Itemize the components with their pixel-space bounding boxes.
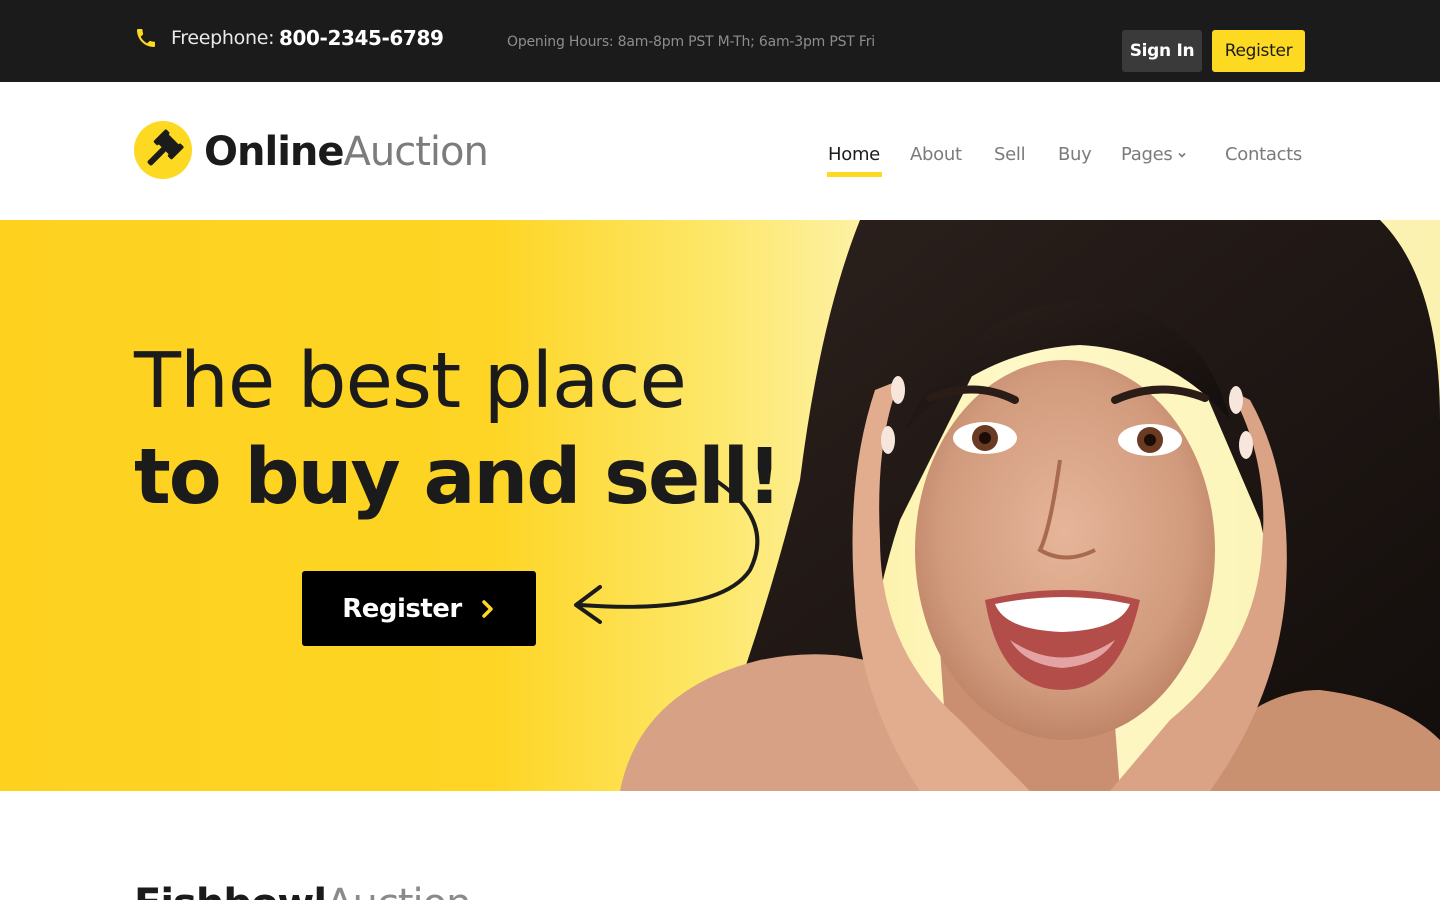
hero-banner: The best place to buy and sell! Register [0, 220, 1440, 791]
chevron-right-icon [482, 599, 493, 618]
hero-register-button[interactable]: Register [302, 571, 536, 646]
site-header: OnlineAuction Home About Sell Buy Pages … [0, 82, 1440, 220]
logo-text-bold: Online [204, 129, 345, 175]
hero-register-label: Register [342, 593, 462, 624]
section-title: FishbowlAuction [134, 880, 471, 900]
nav-item-pages[interactable]: Pages [1121, 144, 1188, 165]
register-button[interactable]: Register [1212, 30, 1305, 72]
opening-hours: Opening Hours: 8am-8pm PST M-Th; 6am-3pm… [507, 34, 875, 50]
section-title-light: Auction [326, 881, 471, 900]
nav-item-sell[interactable]: Sell [994, 144, 1026, 165]
nav-item-pages-label: Pages [1121, 144, 1173, 165]
freephone-number[interactable]: 800-2345-6789 [279, 26, 444, 50]
curved-arrow-icon [574, 478, 760, 624]
phone-icon [137, 29, 155, 47]
active-nav-indicator [827, 172, 882, 177]
nav-item-contacts[interactable]: Contacts [1225, 144, 1302, 165]
freephone-label: Freephone: [171, 27, 275, 49]
chevron-down-icon [1178, 152, 1187, 158]
top-bar: Freephone: 800-2345-6789 Opening Hours: … [0, 0, 1440, 82]
logo-text: OnlineAuction [204, 128, 489, 176]
hero-headline-line1: The best place [134, 337, 687, 426]
gavel-icon [134, 121, 192, 179]
nav-item-home[interactable]: Home [828, 144, 880, 165]
section-title-bold: Fishbowl [134, 881, 327, 900]
nav-item-buy[interactable]: Buy [1058, 144, 1092, 165]
sign-in-button[interactable]: Sign In [1122, 30, 1202, 72]
nav-item-about[interactable]: About [910, 144, 962, 165]
logo-text-light: Auction [343, 129, 489, 175]
